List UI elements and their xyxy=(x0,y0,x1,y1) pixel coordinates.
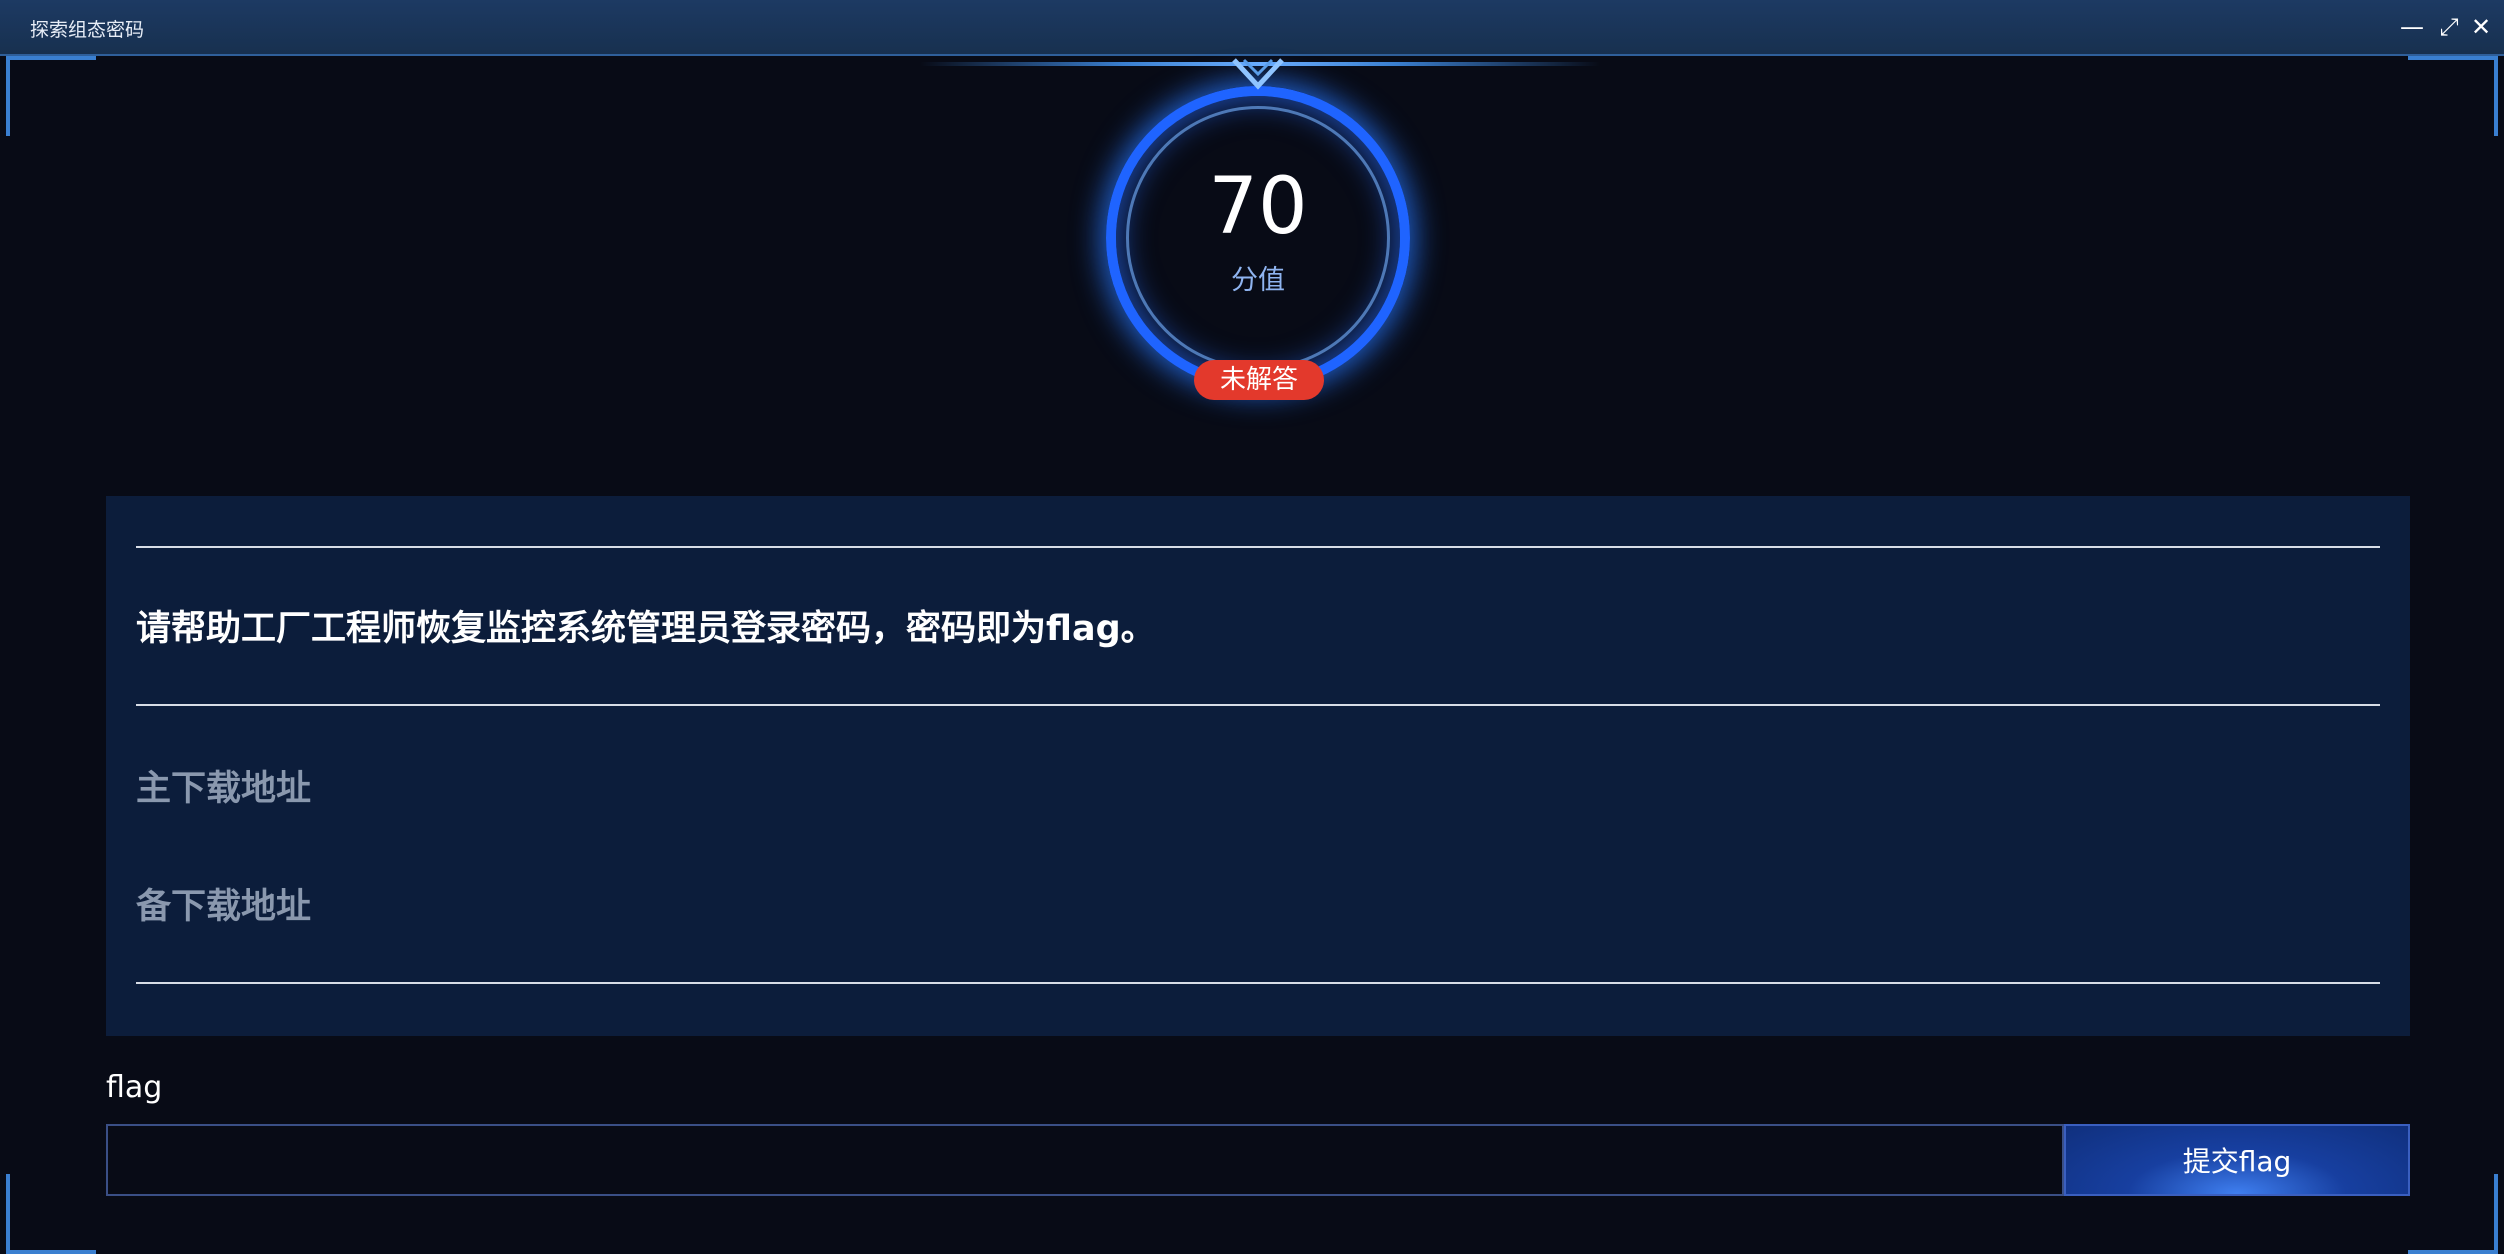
score-label: 分值 xyxy=(1231,265,1285,296)
primary-download-link[interactable]: 主下载地址 xyxy=(136,760,311,811)
score-ring: 70 分值 xyxy=(1100,80,1416,396)
flag-input[interactable] xyxy=(106,1124,2064,1196)
submit-flag-button[interactable]: 提交flag xyxy=(2064,1124,2410,1196)
frame-corner-top-left xyxy=(6,56,96,136)
close-icon[interactable]: ✕ xyxy=(2464,10,2498,44)
divider xyxy=(136,704,2380,706)
challenge-description: 请帮助工厂工程师恢复监控系统管理员登录密码，密码即为flag。 xyxy=(136,609,1156,649)
maximize-icon[interactable]: ⤢ xyxy=(2432,10,2466,44)
minimize-icon[interactable]: — xyxy=(2395,10,2429,44)
backup-download-link[interactable]: 备下载地址 xyxy=(136,878,311,929)
score-value: 70 xyxy=(1208,162,1308,252)
frame-corner-top-right xyxy=(2408,56,2498,136)
window-title: 探索组态密码 xyxy=(30,19,145,41)
frame-corner-bottom-left xyxy=(6,1174,96,1254)
divider xyxy=(136,982,2380,984)
divider xyxy=(136,546,2380,548)
flag-label: flag xyxy=(106,1070,163,1105)
chevron-down-icon xyxy=(1232,58,1284,90)
challenge-panel: 请帮助工厂工程师恢复监控系统管理员登录密码，密码即为flag。 主下载地址 备下… xyxy=(106,496,2410,1036)
status-badge: 未解答 xyxy=(1194,360,1324,400)
title-bar: 探索组态密码 — ⤢ ✕ xyxy=(0,0,2504,56)
frame-corner-bottom-right xyxy=(2408,1174,2498,1254)
